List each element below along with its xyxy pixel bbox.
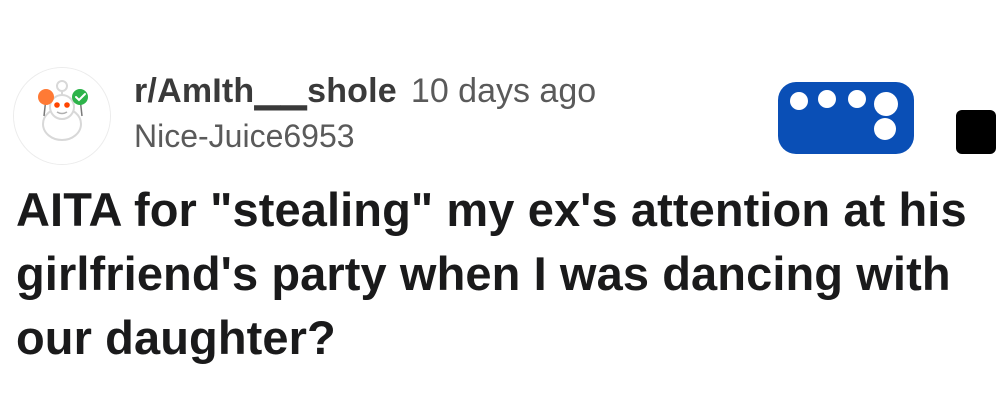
join-button-gap-1 xyxy=(790,92,808,110)
meta-row: r/AmIth▁▁shole 10 days ago xyxy=(134,74,596,108)
snoo-avatar-svg xyxy=(14,68,110,164)
join-button-gap-5 xyxy=(874,118,896,140)
post-meta: r/AmIth▁▁shole 10 days ago Nice-Juice695… xyxy=(134,74,596,152)
join-button-gap-4 xyxy=(874,92,898,116)
subreddit-link[interactable]: r/AmIth▁▁shole xyxy=(134,74,397,108)
post-timestamp: 10 days ago xyxy=(410,72,597,110)
snoo-avatar-icon[interactable] xyxy=(14,68,110,164)
join-button[interactable] xyxy=(778,82,914,154)
post-title[interactable]: AITA for "stealing" my ex's attention at… xyxy=(16,178,991,370)
join-button-gap-3 xyxy=(848,90,866,108)
author-link[interactable]: Nice-Juice6953 xyxy=(134,120,596,152)
join-button-gap-2 xyxy=(818,90,836,108)
post-header: r/AmIth▁▁shole 10 days ago Nice-Juice695… xyxy=(14,68,996,168)
more-options-icon[interactable] xyxy=(956,110,996,154)
